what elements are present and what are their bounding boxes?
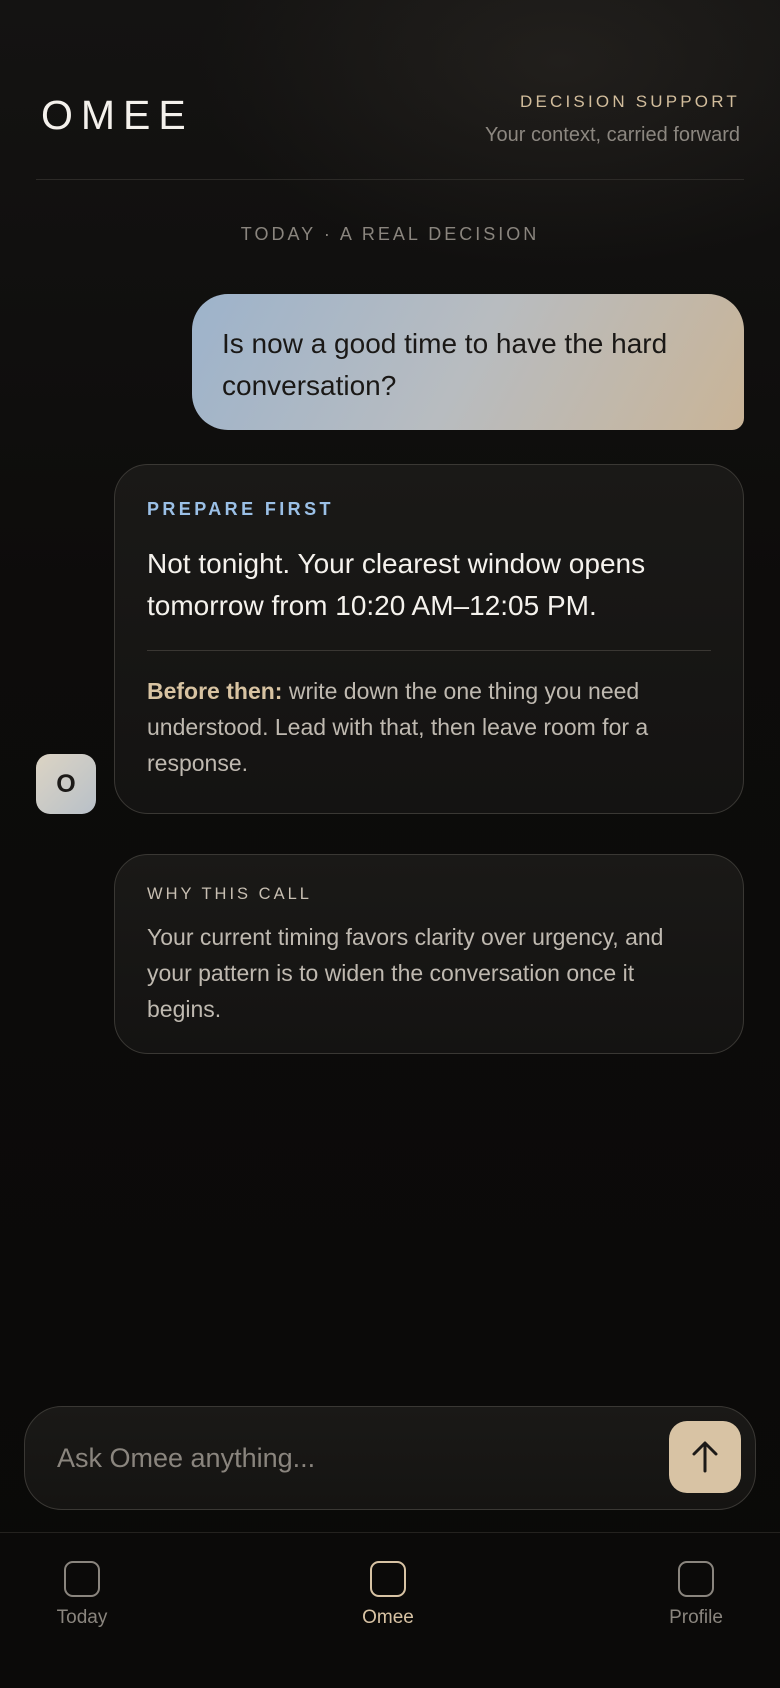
arrow-up-icon bbox=[692, 1441, 718, 1473]
omee-icon bbox=[370, 1561, 406, 1597]
why-card: WHY THIS CALL Your current timing favors… bbox=[114, 854, 744, 1054]
nav-label-omee: Omee bbox=[362, 1607, 414, 1628]
profile-icon bbox=[678, 1561, 714, 1597]
message-composer bbox=[24, 1406, 756, 1510]
recommendation-label: PREPARE FIRST bbox=[147, 499, 334, 519]
assistant-avatar: O bbox=[36, 754, 96, 814]
send-button[interactable] bbox=[669, 1421, 741, 1493]
message-input[interactable] bbox=[57, 1433, 617, 1483]
user-message-bubble: Is now a good time to have the hard conv… bbox=[192, 294, 744, 430]
nav-label-today: Today bbox=[56, 1607, 108, 1628]
why-body: Your current timing favors clarity over … bbox=[147, 924, 664, 1022]
header-eyebrow: DECISION SUPPORT bbox=[520, 92, 740, 111]
nav-item-profile[interactable]: Profile bbox=[626, 1561, 766, 1629]
bottom-nav: Today Omee Profile bbox=[0, 1532, 780, 1688]
recommendation-card: PREPARE FIRST Not tonight. Your clearest… bbox=[114, 464, 744, 814]
recommendation-body: Before then: write down the one thing yo… bbox=[147, 673, 713, 781]
recommendation-body-lead: Before then: bbox=[147, 678, 283, 704]
header-meta: DECISION SUPPORT Your context, carried f… bbox=[485, 92, 740, 147]
why-label: WHY THIS CALL bbox=[147, 885, 312, 903]
user-message-text: Is now a good time to have the hard conv… bbox=[222, 328, 668, 401]
date-separator: TODAY · A REAL DECISION bbox=[240, 224, 540, 244]
header-tagline: Your context, carried forward bbox=[485, 124, 740, 146]
nav-item-omee[interactable]: Omee bbox=[318, 1561, 458, 1629]
card-divider bbox=[147, 650, 711, 651]
app-screen: OMEE DECISION SUPPORT Your context, carr… bbox=[0, 0, 780, 1688]
brand-logo: OMEE bbox=[41, 92, 194, 138]
nav-item-today[interactable]: Today bbox=[12, 1561, 152, 1629]
header: OMEE DECISION SUPPORT Your context, carr… bbox=[36, 0, 744, 180]
today-icon bbox=[64, 1561, 100, 1597]
recommendation-headline: Not tonight. Your clearest window opens … bbox=[147, 548, 646, 621]
nav-label-profile: Profile bbox=[669, 1607, 723, 1628]
